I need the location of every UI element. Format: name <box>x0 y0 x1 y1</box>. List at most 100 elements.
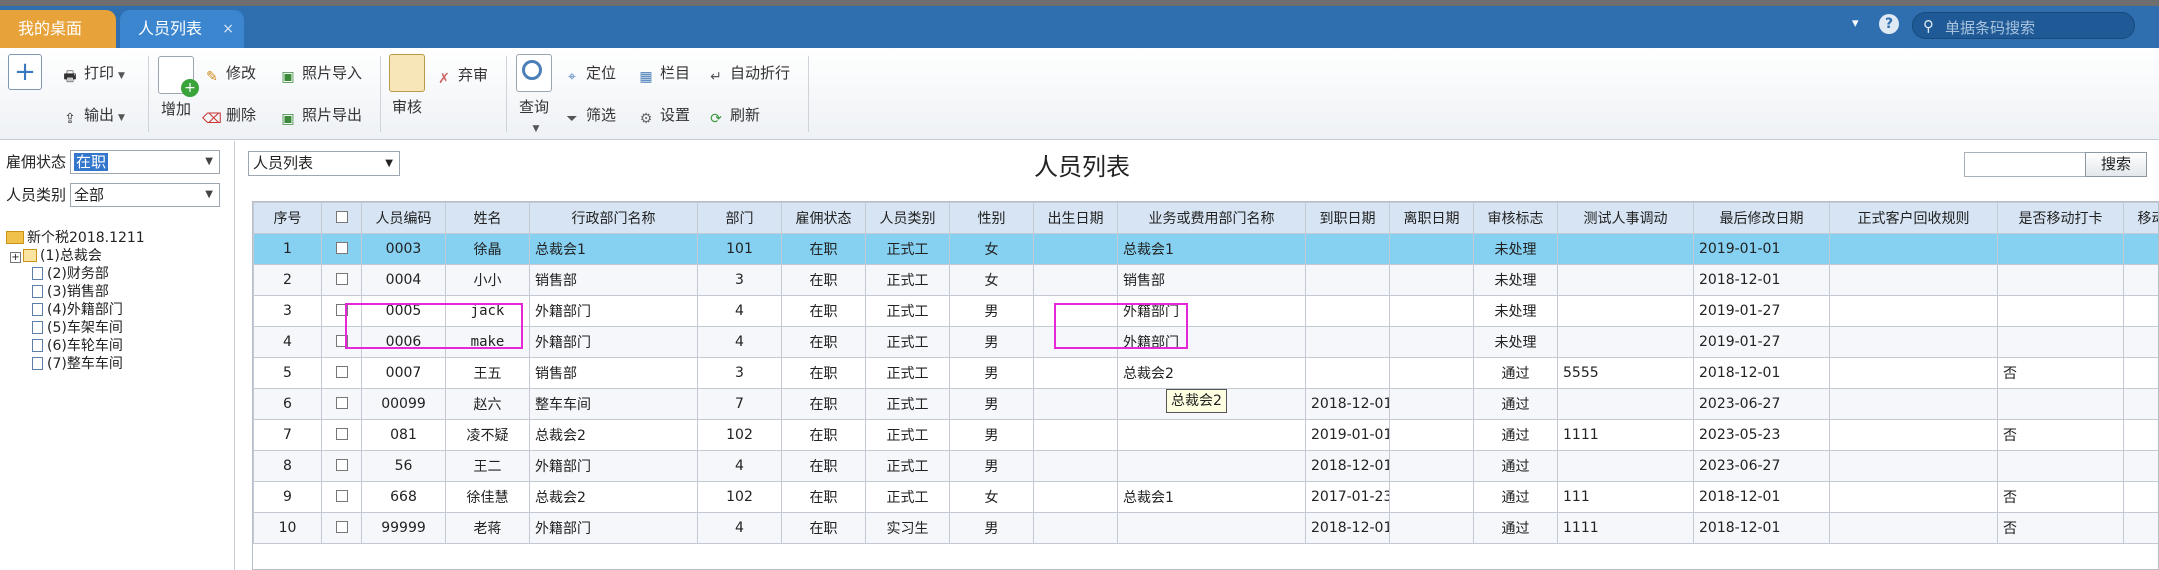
chevron-down-icon[interactable]: ▾ <box>1852 16 1859 31</box>
column-header[interactable]: 离职日期 <box>1389 202 1474 234</box>
photo-export-button[interactable]: ▣ 照片导出 <box>278 102 362 128</box>
select-all-checkbox[interactable] <box>335 211 348 223</box>
tree-node-finance[interactable]: (2)财务部 <box>6 265 231 283</box>
row-checkbox[interactable] <box>335 242 348 254</box>
table-cell: 外籍部门 <box>529 326 698 358</box>
column-header[interactable]: 最后修改日期 <box>1693 202 1830 234</box>
tree-node-sales[interactable]: (3)销售部 <box>6 283 231 301</box>
delete-button[interactable]: ⌫ 删除 <box>202 102 256 128</box>
table-row[interactable]: 10 99999 老蒋 外籍部门 4 在职 实习生男 2018-12-01 通过 1111 2018… <box>253 512 2158 544</box>
column-header[interactable]: 序号 <box>253 202 322 234</box>
row-checkbox[interactable] <box>335 490 348 502</box>
column-header[interactable]: 业务或费用部门名称 <box>1117 202 1306 234</box>
table-cell: 通过 <box>1473 388 1558 420</box>
table-row[interactable]: 2 0004 小小 销售部 3 在职 正式工女销售部 未处理 2018-12-01 <box>253 264 2158 296</box>
tree-node-wheel-workshop[interactable]: (6)车轮车间 <box>6 337 231 355</box>
document-icon <box>32 267 43 280</box>
audit-button[interactable]: 审核 <box>386 54 428 117</box>
column-header[interactable]: 移动考勤 <box>2123 202 2158 234</box>
column-header[interactable]: 正式客户回收规则 <box>1829 202 1998 234</box>
column-header[interactable]: 到职日期 <box>1305 202 1390 234</box>
columns-button[interactable]: ▦ 栏目 <box>636 60 690 86</box>
tree-node-foreign[interactable]: (4)外籍部门 <box>6 301 231 319</box>
print-button[interactable]: 🖶 打印 ▼ <box>60 60 125 86</box>
table-row[interactable]: 5 0007 王五 销售部 3 在职 正式工男 总裁会2 通过 5555 2018-12-01 否 <box>253 357 2158 389</box>
expand-icon[interactable]: + <box>10 252 21 263</box>
column-header[interactable]: 行政部门名称 <box>529 202 698 234</box>
row-checkbox[interactable] <box>335 521 348 533</box>
table-row[interactable]: 4 0006 make 外籍部门 4 在职 正式工男外籍部门 未处理 2019-01-27 <box>253 326 2158 358</box>
table-cell: 王二 <box>445 450 530 482</box>
auto-wrap-button[interactable]: ↵ 自动折行 <box>706 60 790 86</box>
person-category-select[interactable]: 全部 ▼ <box>70 183 220 207</box>
department-tree: 新个税2018.1211 + (1)总裁会 (2)财务部 (3)销售部 (4)外籍… <box>6 229 231 373</box>
table-row[interactable]: 1 0003 徐晶 总裁会1 101 在职 正式工女总裁会1 未处理 2019-01-01 <box>253 233 2158 265</box>
table-cell: 王五 <box>445 357 530 389</box>
query-button[interactable]: 查询 ▼ <box>512 54 556 135</box>
table-cell: 1111 <box>1557 512 1694 544</box>
column-header[interactable]: 人员编码 <box>361 202 446 234</box>
table-cell <box>2123 481 2158 513</box>
table-cell: 4 <box>697 512 782 544</box>
search-button[interactable]: 搜索 <box>2085 152 2147 177</box>
table-cell <box>1997 264 2124 296</box>
table-row[interactable]: 7 081 凌不疑 总裁会2 102 在职 正式工男 2019-01-01 通过 1111 2023… <box>253 419 2158 451</box>
tab-person-list[interactable]: 人员列表 × <box>120 10 244 48</box>
table-cell: 2019-01-01 <box>1305 419 1390 451</box>
column-header[interactable]: 性别 <box>949 202 1034 234</box>
table-row[interactable]: 3 0005 jack 外籍部门 4 在职 正式工男外籍部门 未处理 2019-01-27 <box>253 295 2158 327</box>
edit-button[interactable]: ✎ 修改 <box>202 60 256 86</box>
close-icon[interactable]: × <box>222 10 234 48</box>
table-row[interactable]: 9 668 徐佳慧 总裁会2 102 在职 正式工女 总裁会1 2017-01-23 通过 111 2… <box>253 481 2158 513</box>
table-cell: 2023-06-27 <box>1693 450 1830 482</box>
table-cell: 5 <box>253 357 322 389</box>
column-header[interactable]: 雇佣状态 <box>781 202 866 234</box>
table-cell: 总裁会1 <box>529 233 698 265</box>
table-cell: 111 <box>1557 481 1694 513</box>
table-cell <box>1033 233 1118 265</box>
column-header[interactable]: 人员类别 <box>865 202 950 234</box>
table-cell <box>1557 233 1694 265</box>
table-cell <box>1389 295 1474 327</box>
column-header[interactable]: 测试人事调动 <box>1557 202 1694 234</box>
column-header[interactable]: 审核标志 <box>1473 202 1558 234</box>
row-checkbox[interactable] <box>335 366 348 378</box>
table-cell: 总裁会2 <box>529 481 698 513</box>
photo-import-button[interactable]: ▣ 照片导入 <box>278 60 362 86</box>
column-header[interactable]: 是否移动打卡 <box>1997 202 2124 234</box>
help-icon[interactable]: ? <box>1879 14 1899 34</box>
table-cell: 外籍部门 <box>529 450 698 482</box>
row-checkbox[interactable] <box>335 428 348 440</box>
column-header[interactable]: 姓名 <box>445 202 530 234</box>
filter-button[interactable]: ⏷ 筛选 <box>562 102 616 128</box>
refresh-button[interactable]: ⟳ 刷新 <box>706 102 760 128</box>
locate-button[interactable]: ⌖ 定位 <box>562 60 616 86</box>
table-cell: 老蒋 <box>445 512 530 544</box>
tree-node-assembly-workshop[interactable]: (7)整车车间 <box>6 355 231 373</box>
column-header[interactable]: 出生日期 <box>1033 202 1118 234</box>
tree-root[interactable]: 新个税2018.1211 <box>6 229 231 247</box>
highlight-box-names <box>345 303 523 349</box>
table-cell: 0007 <box>361 357 446 389</box>
table-cell <box>1829 450 1998 482</box>
tree-node-frame-workshop[interactable]: (5)车架车间 <box>6 319 231 337</box>
table-cell: 外籍部门 <box>529 295 698 327</box>
export-button[interactable]: ⇪ 输出 ▼ <box>60 102 125 128</box>
add-plus-button[interactable]: + <box>8 54 42 94</box>
row-checkbox[interactable] <box>335 397 348 409</box>
settings-button[interactable]: ⚙ 设置 <box>636 102 690 128</box>
row-checkbox[interactable] <box>335 273 348 285</box>
table-row[interactable]: 8 56 王二 外籍部门 4 在职 正式工男 2018-12-01 通过 2023-06-27 <box>253 450 2158 482</box>
tab-desktop[interactable]: 我的桌面 <box>0 10 116 48</box>
tree-node-president[interactable]: + (1)总裁会 <box>6 247 231 265</box>
row-checkbox[interactable] <box>335 459 348 471</box>
table-cell: 4 <box>697 450 782 482</box>
table-cell: 总裁会1 <box>1117 233 1306 265</box>
barcode-search-input[interactable]: ⚲ 单据条码搜索 <box>1912 12 2135 39</box>
select-all-checkbox-cell[interactable] <box>321 202 362 234</box>
table-cell <box>1305 326 1390 358</box>
plus-icon: + <box>8 54 42 90</box>
add-button[interactable]: + 增加 <box>154 56 199 119</box>
abandon-audit-button[interactable]: ✗ 弃审 <box>434 62 488 88</box>
column-header[interactable]: 部门 <box>697 202 782 234</box>
